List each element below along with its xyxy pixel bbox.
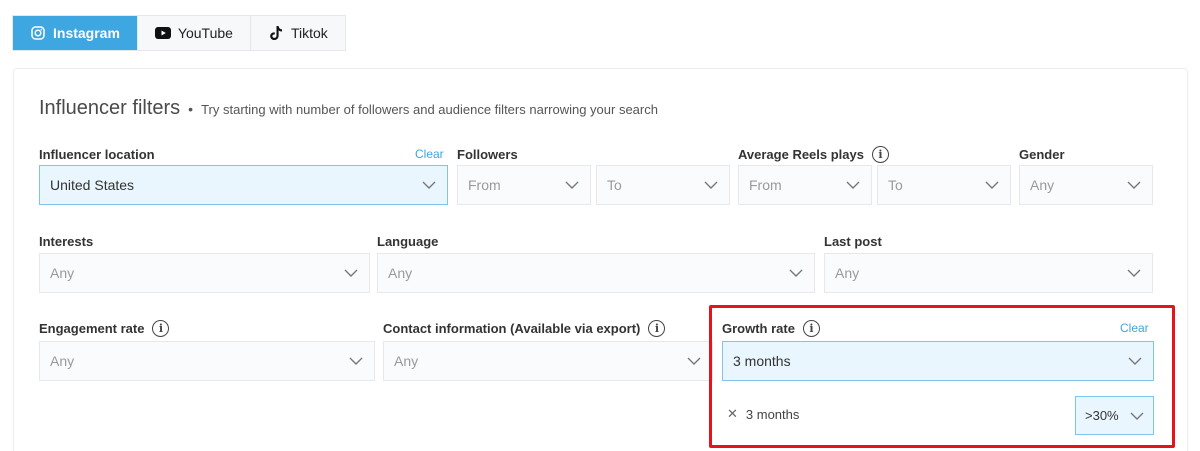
contact-value: Any <box>394 353 419 369</box>
tab-label: Tiktok <box>290 25 328 41</box>
growth-label-text: Growth rate <box>722 320 795 336</box>
last-post-value: Any <box>835 265 860 281</box>
chevron-down-icon <box>421 177 437 193</box>
chevron-down-icon <box>1127 353 1143 369</box>
heading-separator: • <box>188 101 194 117</box>
growth-clear-link[interactable]: Clear <box>1120 321 1149 335</box>
followers-label: Followers <box>457 145 518 163</box>
tab-label: YouTube <box>177 25 233 41</box>
last-post-select[interactable]: Any <box>824 253 1153 293</box>
engagement-label-text: Engagement rate <box>39 320 145 336</box>
growth-period-select[interactable]: 3 months <box>722 341 1154 381</box>
growth-chip-label: 3 months <box>745 406 800 422</box>
followers-to-value: To <box>607 177 622 193</box>
followers-to-select[interactable]: To <box>596 165 730 205</box>
contact-select[interactable]: Any <box>383 341 713 381</box>
gender-select[interactable]: Any <box>1019 165 1153 205</box>
followers-from-select[interactable]: From <box>457 165 591 205</box>
chevron-down-icon <box>703 177 719 193</box>
interests-label: Interests <box>39 232 93 250</box>
followers-label-text: Followers <box>457 146 518 162</box>
page-title: Influencer filters <box>39 97 181 119</box>
location-label-text: Influencer location <box>39 146 155 162</box>
chevron-down-icon <box>686 353 702 369</box>
language-label-text: Language <box>377 233 439 249</box>
youtube-icon <box>154 25 171 41</box>
heading-hint: Try starting with number of followers an… <box>201 102 658 117</box>
language-value: Any <box>388 265 413 281</box>
chevron-down-icon <box>845 177 861 193</box>
tab-label: Instagram <box>53 25 120 41</box>
interests-value: Any <box>50 265 75 281</box>
close-icon[interactable]: ✕ <box>727 406 738 422</box>
chevron-down-icon <box>564 177 580 193</box>
tab-tiktok[interactable]: Tiktok <box>251 16 345 50</box>
contact-label: Contact information (Available via expor… <box>383 319 666 337</box>
gender-label: Gender <box>1019 145 1065 163</box>
reels-to-value: To <box>888 177 903 193</box>
contact-label-text: Contact information (Available via expor… <box>383 320 641 336</box>
language-select[interactable]: Any <box>377 253 815 293</box>
interests-label-text: Interests <box>39 233 94 249</box>
gender-value: Any <box>1030 177 1055 193</box>
last-post-label-text: Last post <box>824 233 882 249</box>
location-select[interactable]: United States <box>39 165 448 205</box>
chevron-down-icon <box>348 353 364 369</box>
reels-to-select[interactable]: To <box>877 165 1011 205</box>
tab-instagram[interactable]: Instagram <box>13 16 138 50</box>
tiktok-icon <box>268 25 284 41</box>
engagement-label: Engagement rate i <box>39 319 170 337</box>
info-icon[interactable]: i <box>648 319 666 337</box>
location-value: United States <box>50 177 135 193</box>
reels-from-value: From <box>749 177 782 193</box>
filters-heading: Influencer filters • Try starting with n… <box>39 97 658 120</box>
chevron-down-icon <box>1126 265 1142 281</box>
location-clear-link[interactable]: Clear <box>415 147 444 161</box>
instagram-icon <box>30 25 46 41</box>
chevron-down-icon <box>1130 408 1144 423</box>
growth-threshold-select[interactable]: >30% <box>1075 396 1154 435</box>
chevron-down-icon <box>343 265 359 281</box>
followers-from-value: From <box>468 177 501 193</box>
language-label: Language <box>377 232 438 250</box>
reels-label-text: Average Reels plays <box>738 146 864 162</box>
tab-youtube[interactable]: YouTube <box>138 16 251 50</box>
chevron-down-icon <box>984 177 1000 193</box>
growth-label: Growth rate i <box>722 319 820 337</box>
reels-from-select[interactable]: From <box>738 165 872 205</box>
platform-tabs: Instagram YouTube Tiktok <box>12 15 346 51</box>
info-icon[interactable]: i <box>871 145 889 163</box>
location-label: Influencer location <box>39 145 155 163</box>
chevron-down-icon <box>788 265 804 281</box>
reels-label: Average Reels plays i <box>738 145 889 163</box>
chevron-down-icon <box>1126 177 1142 193</box>
engagement-value: Any <box>50 353 75 369</box>
growth-threshold-value: >30% <box>1085 408 1119 423</box>
interests-select[interactable]: Any <box>39 253 370 293</box>
last-post-label: Last post <box>824 232 882 250</box>
engagement-select[interactable]: Any <box>39 341 375 381</box>
gender-label-text: Gender <box>1019 146 1065 162</box>
info-icon[interactable]: i <box>152 319 170 337</box>
growth-period-value: 3 months <box>733 353 791 369</box>
info-icon[interactable]: i <box>802 319 820 337</box>
growth-period-chip: ✕ 3 months <box>727 406 799 422</box>
